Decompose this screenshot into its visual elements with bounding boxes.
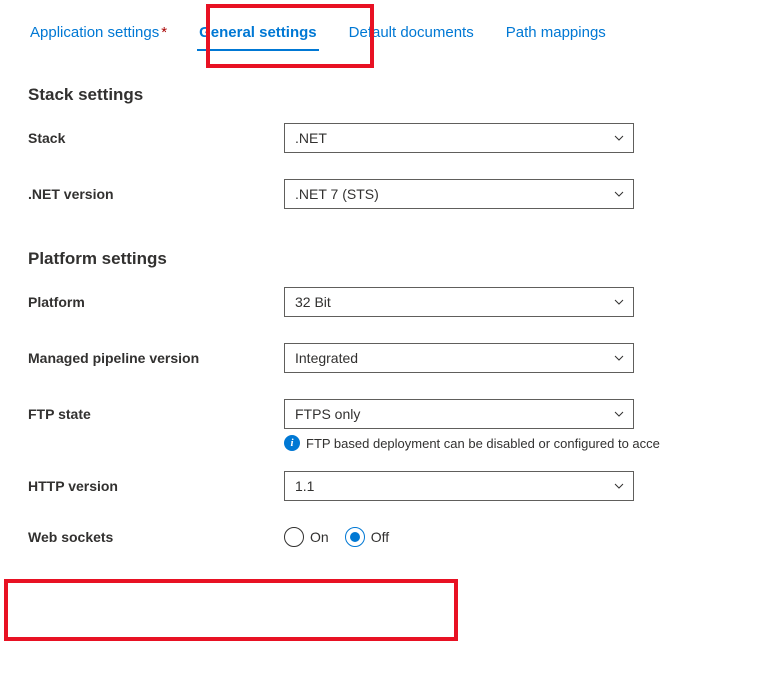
- web-sockets-radio-group: On Off: [284, 527, 389, 547]
- row-platform: Platform 32 Bit: [28, 287, 747, 317]
- chevron-down-icon: [613, 480, 625, 492]
- pipeline-select[interactable]: Integrated: [284, 343, 634, 373]
- select-value: .NET 7 (STS): [295, 186, 379, 202]
- select-value: .NET: [295, 130, 327, 146]
- select-value: 32 Bit: [295, 294, 331, 310]
- stack-label: Stack: [28, 130, 284, 146]
- chevron-down-icon: [613, 132, 625, 144]
- tab-label: General settings: [199, 24, 317, 41]
- tab-label: Default documents: [349, 24, 474, 41]
- chevron-down-icon: [613, 408, 625, 420]
- web-sockets-label: Web sockets: [28, 529, 284, 545]
- net-version-select[interactable]: .NET 7 (STS): [284, 179, 634, 209]
- http-version-select[interactable]: 1.1: [284, 471, 634, 501]
- ftp-info-text: FTP based deployment can be disabled or …: [306, 436, 660, 451]
- row-ftp-state: FTP state FTPS only: [28, 399, 747, 429]
- tab-label: Path mappings: [506, 24, 606, 41]
- row-net-version: .NET version .NET 7 (STS): [28, 179, 747, 209]
- tabs-bar: Application settings* General settings D…: [0, 0, 775, 57]
- platform-settings-heading: Platform settings: [28, 249, 747, 269]
- chevron-down-icon: [613, 188, 625, 200]
- info-icon: i: [284, 435, 300, 451]
- radio-icon: [345, 527, 365, 547]
- http-version-label: HTTP version: [28, 478, 284, 494]
- row-pipeline: Managed pipeline version Integrated: [28, 343, 747, 373]
- highlight-web-sockets-row: [4, 579, 458, 641]
- chevron-down-icon: [613, 296, 625, 308]
- platform-label: Platform: [28, 294, 284, 310]
- tab-application-settings[interactable]: Application settings*: [28, 18, 169, 47]
- ftp-info-row: i FTP based deployment can be disabled o…: [284, 435, 747, 451]
- radio-label: On: [310, 529, 329, 545]
- select-value: Integrated: [295, 350, 358, 366]
- row-web-sockets: Web sockets On Off: [28, 527, 747, 547]
- row-http-version: HTTP version 1.1: [28, 471, 747, 501]
- tab-default-documents[interactable]: Default documents: [347, 18, 476, 47]
- radio-icon: [284, 527, 304, 547]
- chevron-down-icon: [613, 352, 625, 364]
- stack-settings-heading: Stack settings: [28, 85, 747, 105]
- tab-path-mappings[interactable]: Path mappings: [504, 18, 608, 47]
- web-sockets-on-radio[interactable]: On: [284, 527, 329, 547]
- tab-label: Application settings: [30, 24, 159, 41]
- radio-label: Off: [371, 529, 389, 545]
- pipeline-label: Managed pipeline version: [28, 350, 284, 366]
- select-value: 1.1: [295, 478, 314, 494]
- tab-general-settings[interactable]: General settings: [197, 18, 319, 47]
- platform-select[interactable]: 32 Bit: [284, 287, 634, 317]
- select-value: FTPS only: [295, 406, 360, 422]
- dirty-asterisk: *: [161, 24, 167, 41]
- row-stack: Stack .NET: [28, 123, 747, 153]
- web-sockets-off-radio[interactable]: Off: [345, 527, 389, 547]
- stack-select[interactable]: .NET: [284, 123, 634, 153]
- ftp-state-select[interactable]: FTPS only: [284, 399, 634, 429]
- net-version-label: .NET version: [28, 186, 284, 202]
- ftp-state-label: FTP state: [28, 406, 284, 422]
